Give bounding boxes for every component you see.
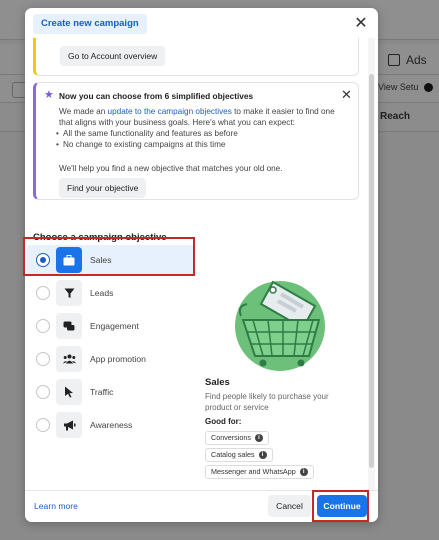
star-icon: ★ bbox=[44, 89, 54, 101]
objective-detail-description: Find people likely to purchase your prod… bbox=[205, 392, 329, 412]
close-icon[interactable]: ✕ bbox=[353, 16, 369, 32]
info-bullet: All the same functionality and features … bbox=[56, 129, 238, 138]
learn-more-link[interactable]: Learn more bbox=[34, 501, 78, 511]
radio-button[interactable] bbox=[36, 418, 50, 432]
objective-label: Leads bbox=[90, 288, 114, 298]
info-card-title: Now you can choose from 6 simplified obj… bbox=[59, 91, 254, 101]
cursor-icon bbox=[56, 379, 82, 405]
modal-title: Create new campaign bbox=[33, 14, 147, 34]
chip-label: Messenger and WhatsApp bbox=[211, 467, 296, 476]
objective-label: App promotion bbox=[90, 354, 146, 364]
info-bullet: No change to existing campaigns at this … bbox=[56, 140, 226, 149]
people-icon bbox=[56, 346, 82, 372]
info-icon[interactable]: i bbox=[258, 451, 267, 459]
ads-icon bbox=[388, 54, 400, 66]
good-for-chip-conversions: Conversions i bbox=[205, 431, 269, 445]
objectives-info-card: ★ Now you can choose from 6 simplified o… bbox=[33, 82, 359, 200]
find-your-objective-button[interactable]: Find your objective bbox=[59, 178, 147, 198]
objective-option-leads[interactable]: Leads bbox=[27, 278, 195, 308]
funnel-icon bbox=[56, 280, 82, 306]
go-to-account-overview-button[interactable]: Go to Account overview bbox=[60, 46, 166, 66]
background-reach-header: Reach bbox=[380, 111, 411, 122]
objective-option-traffic[interactable]: Traffic bbox=[27, 377, 195, 407]
campaign-objectives-update-link[interactable]: update to the campaign objectives bbox=[108, 107, 232, 116]
radio-button[interactable] bbox=[36, 319, 50, 333]
view-setup-label: View Setup bbox=[378, 82, 418, 92]
info-icon[interactable]: i bbox=[299, 468, 308, 476]
objective-option-engagement[interactable]: Engagement bbox=[27, 311, 195, 341]
chip-label: Catalog sales bbox=[211, 450, 255, 459]
info-card-body: We made an update to the campaign object… bbox=[59, 106, 349, 128]
highlight-box-continue bbox=[312, 490, 369, 522]
ads-label: Ads bbox=[406, 53, 427, 67]
info-close-icon[interactable]: ✕ bbox=[341, 88, 352, 101]
good-for-label: Good for: bbox=[205, 417, 242, 426]
cancel-button[interactable]: Cancel bbox=[268, 495, 311, 517]
radio-button[interactable] bbox=[36, 385, 50, 399]
objective-label: Awareness bbox=[90, 420, 133, 430]
scrollbar-thumb[interactable] bbox=[369, 74, 374, 468]
toggle-dot-icon bbox=[424, 82, 433, 92]
chat-bubbles-icon bbox=[56, 313, 82, 339]
radio-button[interactable] bbox=[36, 286, 50, 300]
megaphone-icon bbox=[56, 412, 82, 438]
background-view-setup: View Setup bbox=[378, 82, 433, 92]
info-body-prefix: We made an bbox=[59, 107, 108, 116]
objective-label: Traffic bbox=[90, 387, 114, 397]
objective-label: Engagement bbox=[90, 321, 139, 331]
objective-detail-title: Sales bbox=[205, 377, 230, 388]
account-overview-card: Go to Account overview bbox=[33, 38, 359, 76]
good-for-chip-messenger-whatsapp: Messenger and WhatsApp i bbox=[205, 465, 314, 479]
highlight-box-sales bbox=[23, 237, 195, 276]
chip-label: Conversions bbox=[211, 433, 251, 442]
objective-option-awareness[interactable]: Awareness bbox=[27, 410, 195, 440]
info-icon[interactable]: i bbox=[254, 434, 263, 442]
sales-illustration bbox=[235, 280, 325, 371]
info-card-footer: We'll help you find a new objective that… bbox=[59, 164, 283, 173]
objective-option-app-promotion[interactable]: App promotion bbox=[27, 344, 195, 374]
radio-button[interactable] bbox=[36, 352, 50, 366]
good-for-chip-catalog-sales: Catalog sales i bbox=[205, 448, 273, 462]
modal-header: Create new campaign ✕ bbox=[25, 8, 378, 38]
background-ads-tab: Ads bbox=[388, 53, 427, 67]
